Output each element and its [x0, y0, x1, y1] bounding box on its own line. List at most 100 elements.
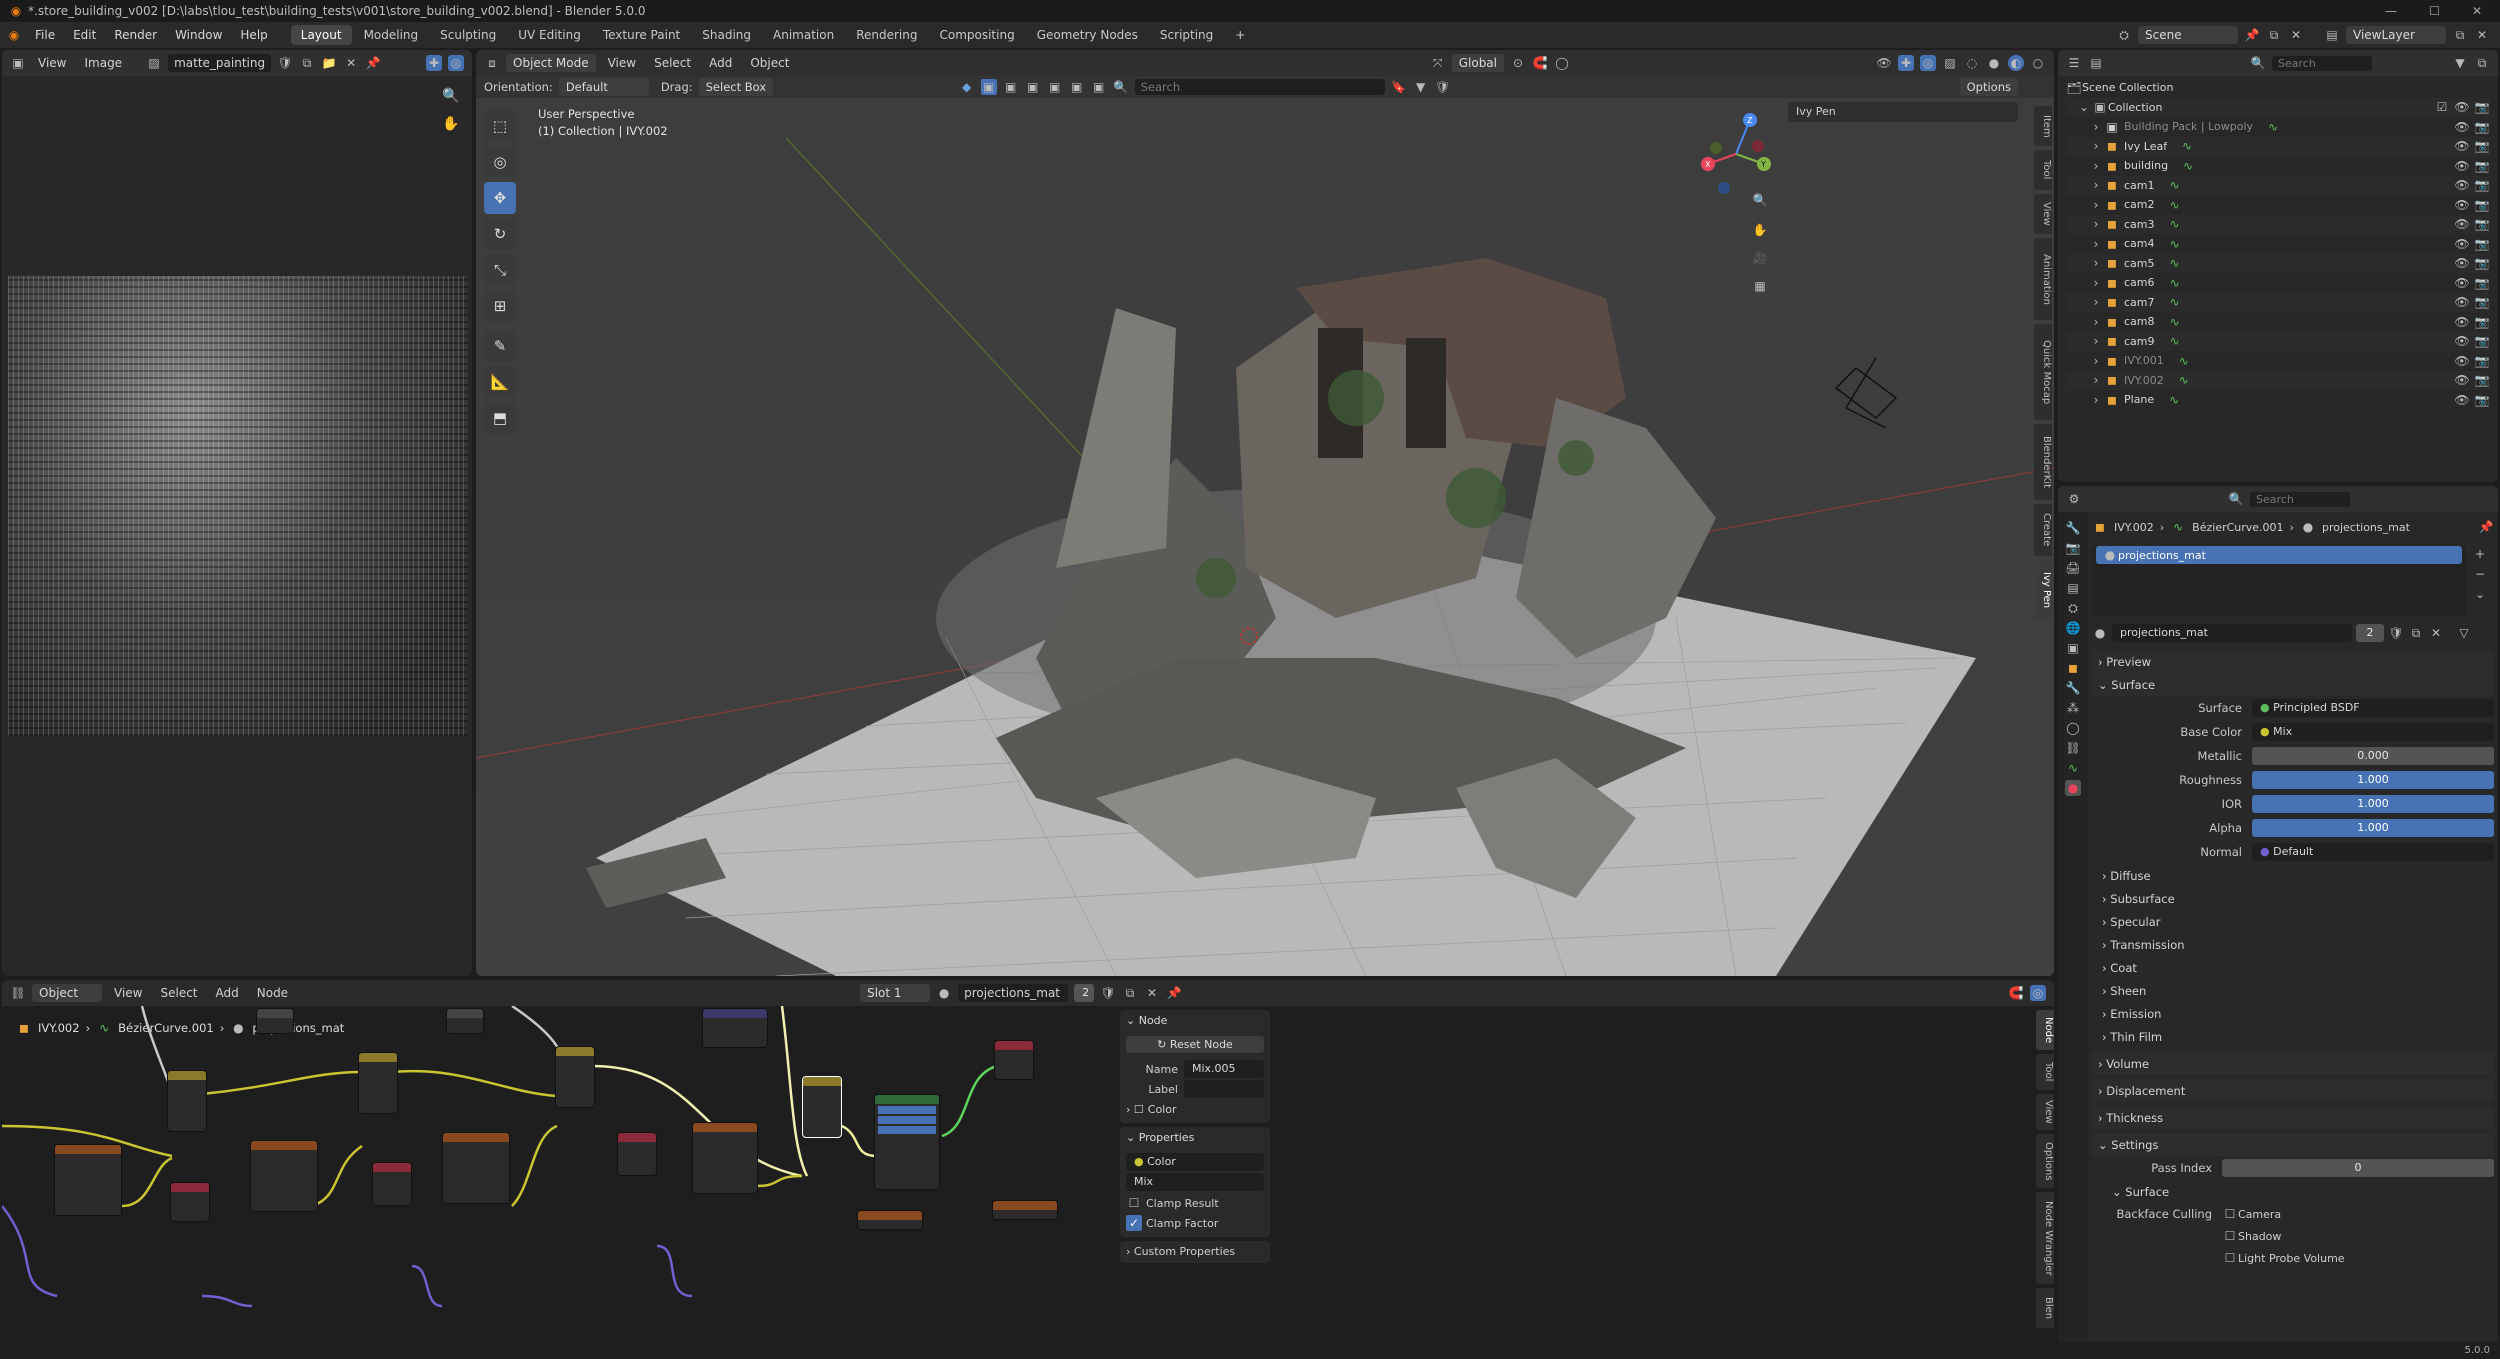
image-gizmo-icon[interactable]: ✚	[426, 55, 442, 71]
pass-index-field[interactable]: 0	[2222, 1159, 2494, 1177]
filter-meta-icon[interactable]: ▣	[1047, 79, 1063, 95]
material-output-node[interactable]	[994, 1040, 1034, 1080]
remove-view-layer-icon[interactable]: ✕	[2474, 27, 2490, 43]
eye-icon[interactable]: 👁	[2454, 275, 2470, 291]
scale-tool-icon[interactable]: ⤡	[484, 254, 516, 286]
object-data-icon[interactable]: ∿	[2167, 333, 2183, 349]
duplicate-material-icon[interactable]: ⧉	[2408, 625, 2424, 641]
node-duplicate-icon[interactable]: ⧉	[1122, 985, 1138, 1001]
collection-tab-icon[interactable]: ▣	[2065, 640, 2081, 656]
material-name-field[interactable]: projections_mat	[2112, 624, 2352, 642]
eye-icon[interactable]: 👁	[2454, 197, 2470, 213]
render-tab-icon[interactable]: 📷	[2065, 540, 2081, 556]
annotate-tool-icon[interactable]: ✎	[484, 330, 516, 362]
base-color-field[interactable]: ● Mix	[2252, 723, 2494, 741]
view-layer-selector[interactable]: ViewLayer	[2346, 26, 2446, 44]
node-object-mode-selector[interactable]: Object	[32, 984, 102, 1002]
workspace-tab-compositing[interactable]: Compositing	[929, 25, 1024, 45]
workspace-tab-layout[interactable]: Layout	[290, 25, 352, 45]
collection-row[interactable]: ⌄ ▣ Collection ☑ 👁 📷	[2066, 97, 2490, 117]
tab-view[interactable]: View	[2034, 194, 2052, 234]
value-node[interactable]	[256, 1008, 294, 1034]
expand-arrow-icon[interactable]: ›	[2088, 255, 2104, 271]
add-slot-icon[interactable]: +	[2472, 546, 2488, 562]
object-data-icon[interactable]: ∿	[2166, 392, 2182, 408]
gizmo-toggle-icon[interactable]: ✚	[1898, 55, 1914, 71]
menu-edit[interactable]: Edit	[64, 28, 105, 42]
diffuse-section[interactable]: › Diffuse	[2092, 864, 2494, 887]
node-slot-selector[interactable]: Slot 1	[860, 984, 931, 1002]
alpha-field[interactable]: 1.000	[2252, 819, 2494, 837]
transmission-section[interactable]: › Transmission	[2092, 933, 2494, 956]
new-image-icon[interactable]: ⧉	[299, 55, 315, 71]
custom-properties-panel[interactable]: › Custom Properties	[1120, 1241, 1270, 1263]
principled-bsdf-node[interactable]	[874, 1094, 940, 1190]
object-data-icon[interactable]: ∿	[2167, 197, 2183, 213]
particles-tab-icon[interactable]: ⁂	[2065, 700, 2081, 716]
cursor-tool-icon[interactable]: ◎	[484, 146, 516, 178]
eye-icon[interactable]: 👁	[2454, 99, 2470, 115]
blender-menu-icon[interactable]: ◉	[6, 27, 22, 43]
material-shading-icon[interactable]: ◐	[2008, 55, 2024, 71]
thickness-section[interactable]: › Thickness	[2092, 1106, 2494, 1129]
mode-selector[interactable]: Object Mode	[506, 54, 596, 72]
tab-animation[interactable]: Animation	[2034, 238, 2052, 320]
mix-node[interactable]	[358, 1052, 398, 1114]
outliner-item[interactable]: › ◼ building ∿ 👁 📷	[2066, 156, 2490, 176]
node-editor-type-icon[interactable]: ⛓	[10, 985, 26, 1001]
camera-cube-icon[interactable]: ◆	[959, 79, 975, 95]
expand-arrow-icon[interactable]: ›	[2088, 392, 2104, 408]
roughness-field[interactable]: 1.000	[2252, 771, 2494, 789]
viewport-view-menu[interactable]: View	[602, 56, 642, 70]
metallic-field[interactable]: 0.000	[2252, 747, 2494, 765]
camera-render-icon[interactable]: 📷	[2474, 314, 2490, 330]
expand-arrow-icon[interactable]: ›	[2088, 158, 2104, 174]
eye-icon[interactable]: 👁	[2454, 216, 2470, 232]
tab-node-options[interactable]: Options	[2036, 1134, 2054, 1188]
tab-create[interactable]: Create	[2034, 504, 2052, 556]
view-layer-tab-icon[interactable]: ▤	[2065, 580, 2081, 596]
light-probe-checkbox[interactable]: ☐	[2222, 1250, 2238, 1266]
eye-icon[interactable]: 👁	[2454, 353, 2470, 369]
emission-section[interactable]: › Emission	[2092, 1002, 2494, 1025]
object-tab-icon[interactable]: ◼	[2065, 660, 2081, 676]
expand-arrow-icon[interactable]: ›	[2088, 197, 2104, 213]
outliner-filter-icon[interactable]: ▼	[2452, 55, 2468, 71]
link-toggle-icon[interactable]: ▽	[2456, 625, 2472, 641]
tab-tool[interactable]: Tool	[2034, 150, 2052, 190]
expand-arrow-icon[interactable]: ›	[2088, 138, 2104, 154]
object-data-icon[interactable]: ∿	[2179, 138, 2195, 154]
eye-icon[interactable]: 👁	[2454, 236, 2470, 252]
filter-empty-icon[interactable]: ▣	[1091, 79, 1107, 95]
node-snap-icon[interactable]: 🧲	[2008, 985, 2024, 1001]
fake-user-icon[interactable]: 🛡	[277, 55, 293, 71]
eye-icon[interactable]: 👁	[2454, 392, 2470, 408]
node-material-name[interactable]: projections_mat	[958, 984, 1069, 1002]
add-workspace-button[interactable]: +	[1225, 25, 1255, 45]
modifier-tab-icon[interactable]: 🔧	[2065, 680, 2081, 696]
data-type-dropdown[interactable]: ● Color	[1126, 1153, 1264, 1171]
image-name[interactable]: matte_painting	[168, 54, 272, 72]
shield-icon[interactable]: 🛡	[1435, 79, 1451, 95]
physics-tab-icon[interactable]: ◯	[2065, 720, 2081, 736]
eye-icon[interactable]: 👁	[2454, 372, 2470, 388]
attribute-node[interactable]	[170, 1182, 210, 1222]
camera-render-icon[interactable]: 📷	[2474, 275, 2490, 291]
transform-orientation-icon[interactable]: ⤧	[1430, 55, 1446, 71]
outliner-editor-icon[interactable]: ☰	[2066, 55, 2082, 71]
image-view-menu[interactable]: View	[32, 56, 72, 70]
camera-render-icon[interactable]: 📷	[2474, 333, 2490, 349]
maximize-icon[interactable]: ☐	[2429, 4, 2440, 18]
node-unlink-icon[interactable]: ✕	[1144, 985, 1160, 1001]
select-box-tool-icon[interactable]: ⬚	[484, 110, 516, 142]
object-data-icon[interactable]: ∿	[2167, 314, 2183, 330]
expand-arrow-icon[interactable]: ›	[2088, 333, 2104, 349]
value-node[interactable]	[446, 1008, 484, 1034]
clamp-result-checkbox[interactable]: ☐	[1126, 1195, 1142, 1211]
node-name-field[interactable]: Mix.005	[1184, 1060, 1264, 1078]
object-data-icon[interactable]: ∿	[2167, 216, 2183, 232]
remove-slot-icon[interactable]: −	[2472, 566, 2488, 582]
checkbox-icon[interactable]: ☑	[2434, 99, 2450, 115]
expand-arrow-icon[interactable]: ›	[2088, 236, 2104, 252]
expand-arrow-icon[interactable]: ›	[2088, 314, 2104, 330]
